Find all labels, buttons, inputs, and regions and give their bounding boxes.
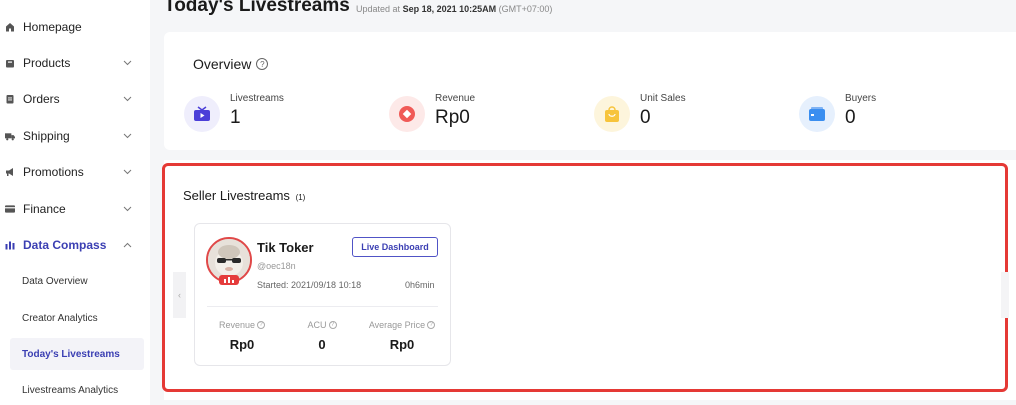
help-icon[interactable]: ? xyxy=(257,321,266,329)
metric-value: Rp0 xyxy=(435,107,470,128)
sidebar-item-label: Promotions xyxy=(23,165,84,179)
creator-handle: @oec18n xyxy=(257,261,296,271)
help-icon[interactable]: ? xyxy=(328,321,337,329)
home-icon xyxy=(5,22,15,32)
shopping-bag-icon xyxy=(594,96,630,132)
chevron-down-icon xyxy=(122,94,132,104)
stat-label-text: ACU xyxy=(307,320,327,330)
seller-title-text: Seller Livestreams xyxy=(183,188,290,203)
page-title: Today's Livestreams xyxy=(164,0,350,16)
stat-average-price: Average Price ? Rp0 xyxy=(360,320,444,352)
chevron-down-icon xyxy=(122,167,132,177)
overview-card: Overview ? Livestreams 1 Revenue Rp0 Uni… xyxy=(164,32,1016,150)
metric-value: 0 xyxy=(845,107,856,128)
stat-value: 0 xyxy=(318,337,326,352)
sidebar-subitem-label: Creator Analytics xyxy=(22,312,98,324)
overview-title-text: Overview xyxy=(193,56,252,72)
sidebar-subitem-label: Livestreams Analytics xyxy=(22,384,119,396)
tv-icon xyxy=(184,96,220,132)
stat-revenue: Revenue ? Rp0 xyxy=(212,320,272,352)
sidebar-subitem-label: Data Overview xyxy=(22,275,88,287)
sidebar-item-homepage[interactable]: Homepage xyxy=(0,9,150,45)
sidebar-item-label: Homepage xyxy=(23,20,82,34)
sidebar-item-label: Products xyxy=(23,56,71,70)
updated-time: Sep 18, 2021 10:25AM xyxy=(402,4,497,14)
stream-duration: 0h6min xyxy=(405,280,435,290)
help-icon[interactable]: ? xyxy=(256,58,269,70)
help-icon[interactable]: ? xyxy=(427,321,436,329)
divider xyxy=(207,306,438,307)
sidebar: Homepage Products Orders Shipping Promot… xyxy=(0,0,150,405)
megaphone-icon xyxy=(5,167,15,177)
sidebar-item-data-compass[interactable]: Data Compass xyxy=(0,227,150,263)
chevron-down-icon xyxy=(122,204,132,214)
stream-started: Started: 2021/09/18 10:18 xyxy=(257,280,362,290)
updated-prefix: Updated at xyxy=(356,4,401,14)
sidebar-item-label: Orders xyxy=(23,92,60,106)
stat-value: Rp0 xyxy=(389,337,415,352)
clipboard-icon xyxy=(5,94,15,104)
stat-label: Revenue ? xyxy=(212,320,272,330)
updated-timestamp: Updated at Sep 18, 2021 10:25AM (GMT+07:… xyxy=(356,4,552,14)
metric-label: Buyers xyxy=(845,93,877,104)
truck-icon xyxy=(5,131,15,141)
sidebar-subitem-label: Today's Livestreams xyxy=(22,348,120,360)
coin-icon xyxy=(389,96,425,132)
sidebar-subitem-data-overview[interactable]: Data Overview xyxy=(10,265,144,297)
sidebar-subitem-todays-livestreams[interactable]: Today's Livestreams xyxy=(10,338,144,370)
stat-label-text: Revenue xyxy=(218,320,256,330)
live-indicator-icon xyxy=(219,275,239,285)
seller-count: (1) xyxy=(295,193,306,202)
chevron-left-icon: ‹ xyxy=(178,290,181,300)
metric-value: 1 xyxy=(230,107,241,128)
metric-value: 0 xyxy=(640,107,651,128)
sidebar-item-products[interactable]: Products xyxy=(0,45,150,81)
sidebar-item-orders[interactable]: Orders xyxy=(0,81,150,117)
sidebar-item-label: Data Compass xyxy=(23,238,107,252)
stat-acu: ACU ? 0 xyxy=(295,320,349,352)
bag-icon xyxy=(5,58,15,68)
creator-name: Tik Toker xyxy=(257,240,314,255)
sidebar-subitem-creator-analytics[interactable]: Creator Analytics xyxy=(10,302,144,334)
wallet-icon xyxy=(799,96,835,132)
live-dashboard-button[interactable]: Live Dashboard xyxy=(352,237,438,257)
carousel-next-button[interactable] xyxy=(1001,272,1009,318)
seller-livestreams-title: Seller Livestreams (1) xyxy=(183,188,305,203)
stat-label-text: Average Price xyxy=(368,320,426,330)
stat-label: ACU ? xyxy=(295,320,349,330)
chevron-up-icon xyxy=(122,240,132,250)
sidebar-subitem-livestreams-analytics[interactable]: Livestreams Analytics xyxy=(10,374,144,405)
sidebar-item-label: Shipping xyxy=(23,129,70,143)
overview-title: Overview ? xyxy=(193,56,269,72)
timezone: (GMT+07:00) xyxy=(498,4,553,14)
sidebar-item-finance[interactable]: Finance xyxy=(0,191,150,227)
chevron-down-icon xyxy=(122,58,132,68)
sidebar-item-label: Finance xyxy=(23,202,66,216)
chevron-down-icon xyxy=(122,131,132,141)
carousel-prev-button[interactable]: ‹ xyxy=(173,272,186,318)
stat-label: Average Price ? xyxy=(360,320,444,330)
sidebar-item-shipping[interactable]: Shipping xyxy=(0,118,150,154)
metric-label: Revenue xyxy=(435,93,476,104)
sidebar-item-promotions[interactable]: Promotions xyxy=(0,154,150,190)
metric-label: Unit Sales xyxy=(640,93,686,104)
card-icon xyxy=(5,204,15,214)
metric-label: Livestreams xyxy=(230,93,284,104)
bar-chart-icon xyxy=(5,240,15,250)
stat-value: Rp0 xyxy=(229,337,255,352)
